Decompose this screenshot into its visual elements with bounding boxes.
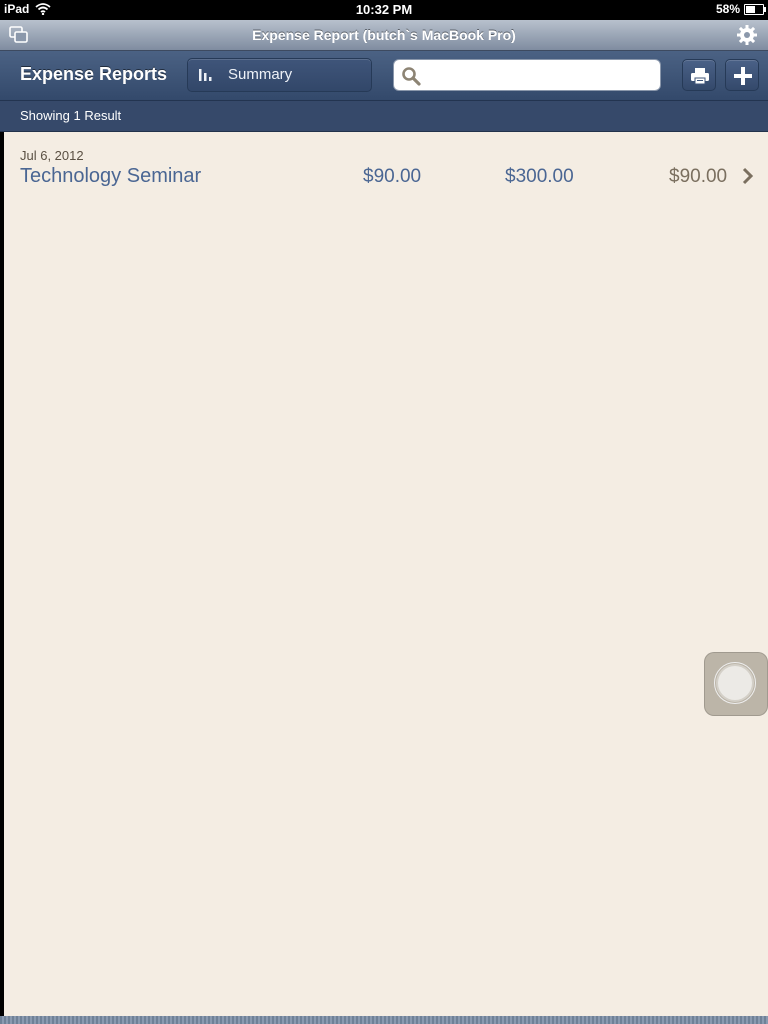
bottom-edge bbox=[0, 1016, 768, 1024]
add-report-button[interactable] bbox=[725, 59, 759, 91]
report-amount-1: $90.00 bbox=[363, 166, 422, 187]
summary-button[interactable]: Summary bbox=[187, 58, 372, 92]
search-input[interactable] bbox=[426, 64, 655, 88]
toolbar: Expense Reports Summary bbox=[0, 51, 768, 101]
assistive-touch-dot bbox=[718, 666, 752, 700]
results-count: Showing 1 Result bbox=[20, 108, 122, 123]
battery-icon bbox=[744, 3, 766, 15]
report-list: Jul 6, 2012 Technology Seminar $90.00 $3… bbox=[4, 132, 768, 1016]
plus-icon bbox=[734, 67, 752, 85]
report-amount-2: $300.00 bbox=[505, 166, 574, 187]
search-icon bbox=[402, 67, 421, 86]
page-title: Expense Reports bbox=[20, 64, 168, 84]
search-field[interactable] bbox=[393, 59, 661, 91]
battery-percent: 58% bbox=[715, 2, 740, 16]
battery: 58% bbox=[715, 2, 766, 16]
printer-icon bbox=[691, 68, 709, 85]
assistive-touch-button[interactable] bbox=[704, 652, 768, 716]
report-amount-3: $90.00 bbox=[669, 166, 728, 187]
clock: 10:32 PM bbox=[355, 2, 413, 17]
report-name: Technology Seminar bbox=[20, 165, 202, 187]
bar-chart-icon bbox=[199, 69, 212, 81]
summary-label: Summary bbox=[228, 66, 293, 83]
report-date: Jul 6, 2012 bbox=[20, 148, 84, 163]
print-button[interactable] bbox=[682, 59, 716, 91]
window-title: Expense Report (butch`s MacBook Pro) bbox=[252, 27, 516, 43]
list-item[interactable]: Jul 6, 2012 Technology Seminar $90.00 $3… bbox=[4, 132, 768, 192]
gear-icon[interactable] bbox=[736, 24, 758, 46]
results-summary-bar: Showing 1 Result bbox=[0, 101, 768, 132]
chevron-right-icon bbox=[742, 167, 754, 185]
window-titlebar: Expense Report (butch`s MacBook Pro) bbox=[0, 20, 768, 51]
status-bar: iPad 10:32 PM 58% bbox=[0, 0, 768, 20]
